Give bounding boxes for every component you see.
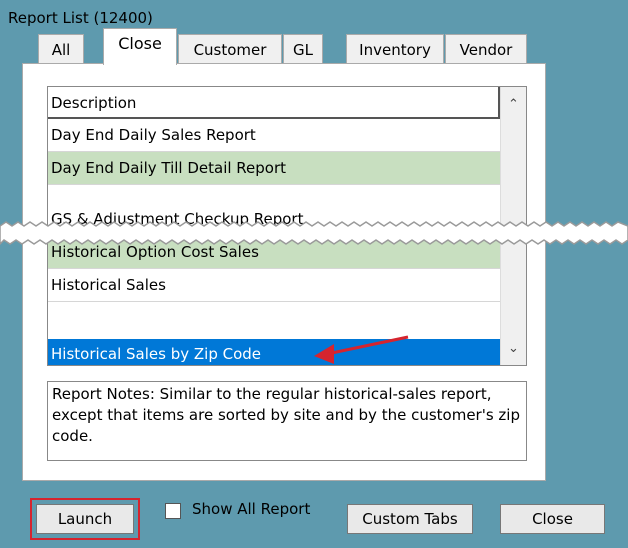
custom-tabs-button[interactable]: Custom Tabs bbox=[347, 504, 473, 534]
close-button-label: Close bbox=[532, 510, 573, 528]
show-all-checkbox[interactable] bbox=[165, 503, 181, 519]
launch-button-label: Launch bbox=[57, 510, 113, 528]
report-notes: Report Notes: Similar to the regular his… bbox=[47, 381, 527, 461]
close-button[interactable]: Close bbox=[500, 504, 605, 534]
tab-close-label: Close bbox=[118, 34, 162, 53]
launch-button[interactable]: Launch bbox=[36, 504, 134, 534]
show-all-label[interactable]: Show All Report bbox=[192, 500, 310, 518]
custom-tabs-button-label: Custom Tabs bbox=[362, 510, 458, 528]
tab-close[interactable]: Close bbox=[103, 28, 177, 65]
torn-edge bbox=[0, 221, 628, 246]
annotation-arrow-icon bbox=[314, 335, 409, 364]
report-list-window: Report List (12400) All Close Customer G… bbox=[0, 0, 628, 548]
